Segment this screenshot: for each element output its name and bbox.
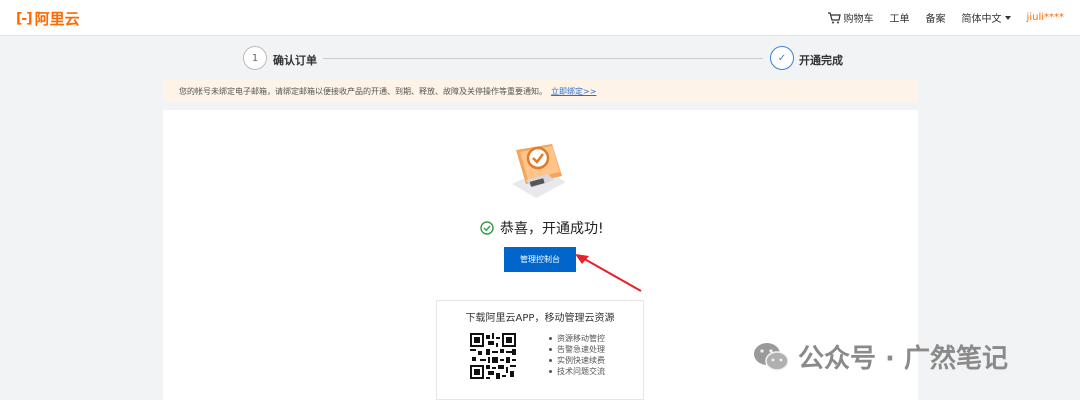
notice-text: 您的帐号未绑定电子邮箱，请绑定邮箱以便接收产品的开通、到期、释放、故障及关停操作… [179, 87, 547, 96]
filing-link[interactable]: 备案 [926, 10, 946, 25]
bind-now-link[interactable]: 立即绑定>> [551, 87, 596, 96]
chevron-down-icon [1004, 15, 1011, 20]
feature-item: 告警急速处理 [549, 344, 605, 355]
feature-label: 技术问题交流 [557, 367, 605, 376]
wechat-watermark: 公众号 · 广然笔记 [752, 338, 1008, 375]
wechat-icon [754, 342, 789, 371]
step-2-check-icon: ✓ [770, 46, 794, 70]
step-1-label: 确认订单 [273, 54, 317, 67]
bullet-icon [549, 348, 552, 351]
cart-icon [827, 11, 841, 23]
top-navigation-bar: [-] 阿里云 购物车 工单 备案 简体中文 jiuli**** [0, 0, 1080, 36]
feature-item: 技术问题交流 [549, 366, 605, 377]
language-label: 简体中文 [961, 14, 1002, 25]
app-feature-list: 资源移动管控 告警急速处理 实例快速续费 技术问题交流 [549, 333, 605, 377]
qr-code [470, 333, 516, 379]
ticket-link[interactable]: 工单 [890, 10, 910, 25]
feature-item: 实例快速续费 [549, 355, 605, 366]
language-dropdown[interactable]: 简体中文 [962, 10, 1011, 25]
red-arrow-annotation [575, 254, 642, 292]
user-account-link[interactable]: jiuli**** [1027, 12, 1064, 23]
email-binding-notice: 您的帐号未绑定电子邮箱，请绑定邮箱以便接收产品的开通、到期、释放、故障及关停操作… [163, 80, 918, 102]
logo-text: 阿里云 [34, 10, 80, 28]
header-nav: 购物车 工单 备案 简体中文 jiuli**** [827, 10, 1064, 25]
step-2-label: 开通完成 [799, 54, 843, 67]
aliyun-logo[interactable]: [-] 阿里云 [16, 8, 80, 29]
success-text: 恭喜，开通成功! [500, 221, 604, 237]
feature-label: 实例快速续费 [557, 356, 605, 365]
management-console-button[interactable]: 管理控制台 [504, 247, 576, 272]
success-check-icon [480, 221, 494, 235]
feature-label: 告警急速处理 [557, 345, 605, 354]
app-download-panel: 下载阿里云APP，移动管理云资源 资源移动管控 告警急速处理 实例快速续费 技术… [436, 300, 644, 400]
cart-label: 购物车 [843, 14, 874, 25]
step-connector-line [323, 58, 763, 59]
watermark-text: 公众号 · 广然笔记 [798, 344, 1008, 374]
bullet-icon [549, 370, 552, 373]
bullet-icon [549, 359, 552, 362]
bullet-icon [549, 337, 552, 340]
feature-item: 资源移动管控 [549, 333, 605, 344]
success-message: 恭喜，开通成功! [480, 218, 604, 238]
step-1-circle: 1 [243, 46, 267, 70]
order-steps: 1 确认订单 ✓ 开通完成 [243, 46, 843, 70]
app-download-title: 下载阿里云APP，移动管理云资源 [465, 313, 615, 324]
cart-link[interactable]: 购物车 [827, 10, 874, 25]
success-illustration [512, 144, 566, 198]
feature-label: 资源移动管控 [557, 334, 605, 343]
logo-mark: [-] [16, 10, 33, 27]
